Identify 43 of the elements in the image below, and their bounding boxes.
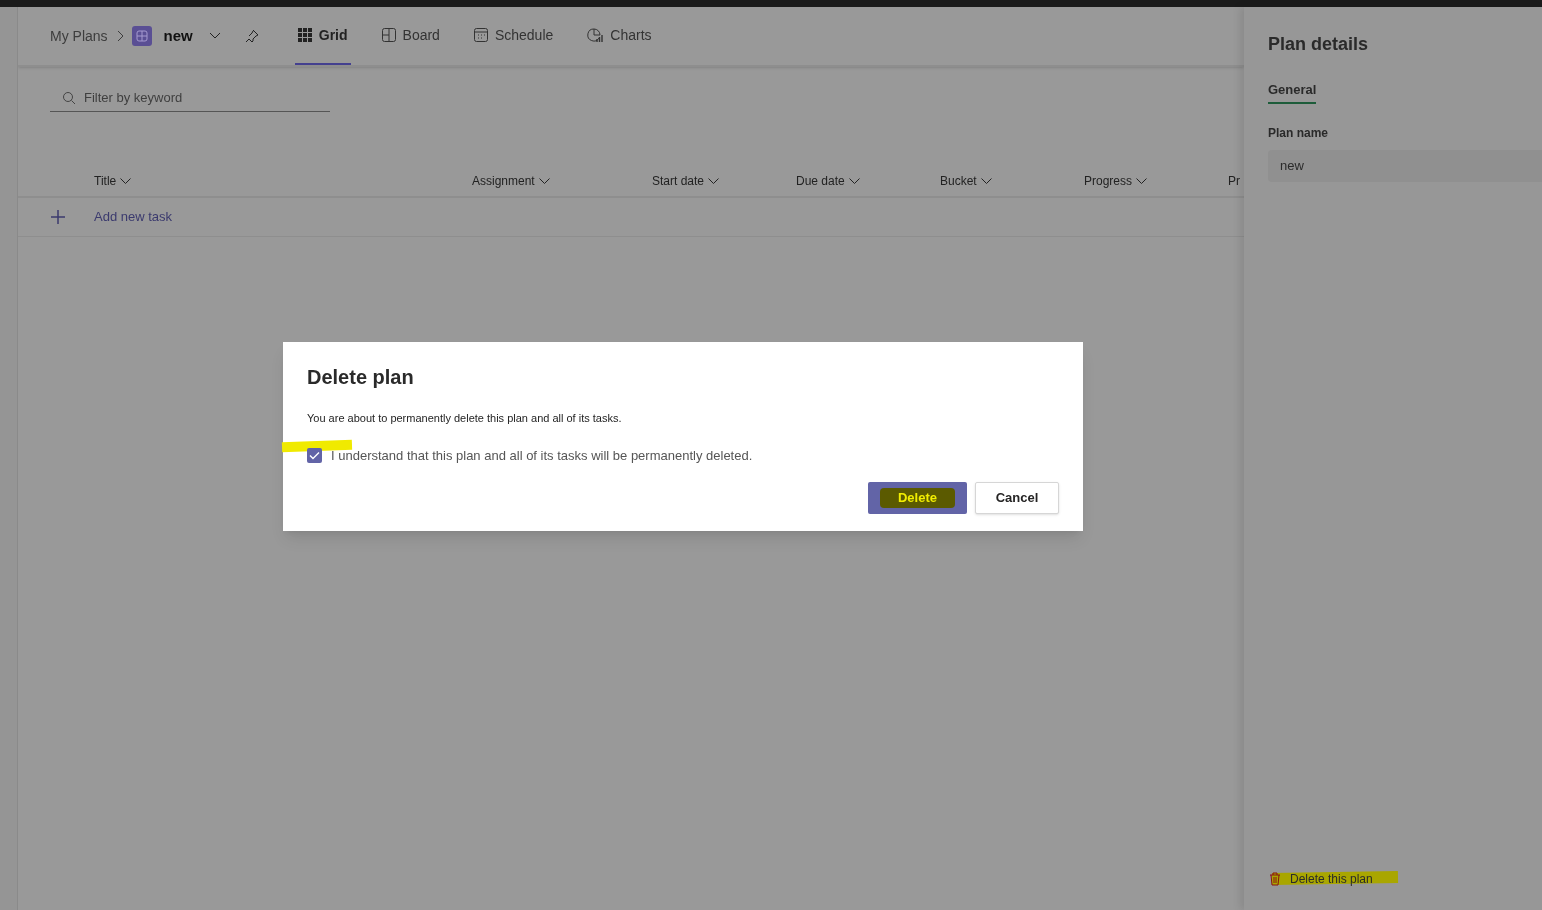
column-header[interactable]: Assignment xyxy=(472,172,535,190)
column-header[interactable]: Progress xyxy=(1084,172,1133,190)
filter-field[interactable]: Filter by keyword xyxy=(84,88,314,108)
view-tab[interactable]: Charts xyxy=(584,7,655,65)
trash-icon[interactable] xyxy=(1268,872,1282,886)
column-header[interactable]: Bucket xyxy=(940,172,977,190)
breadcrumb-link[interactable]: My Plans xyxy=(50,25,108,47)
view-tab[interactable]: Schedule xyxy=(470,7,557,65)
pin-icon[interactable] xyxy=(244,29,259,43)
chevron-down-icon[interactable] xyxy=(848,177,860,185)
board-icon xyxy=(381,28,396,42)
chart-icon xyxy=(587,27,604,43)
checkbox-label[interactable]: I understand that this plan and all of its tasks will be permanently deleted. xyxy=(331,445,753,465)
plan-icon xyxy=(131,26,152,46)
cancel-button[interactable]: Cancel xyxy=(975,482,1059,514)
view-tab[interactable]: Board xyxy=(378,7,443,65)
chevron-down-icon[interactable] xyxy=(708,177,720,185)
chevron-down-icon[interactable] xyxy=(538,177,550,185)
view-tab[interactable]: Grid xyxy=(294,7,351,65)
chevron-down-icon[interactable] xyxy=(208,32,221,40)
add-task-link[interactable]: Add new task xyxy=(94,207,173,227)
chevron-down-icon[interactable] xyxy=(980,177,992,185)
dialog-title: Delete plan xyxy=(307,365,415,390)
plus-icon[interactable] xyxy=(50,209,66,225)
grid-icon xyxy=(297,28,312,42)
field-label: Plan name xyxy=(1268,124,1330,142)
panel-title: Plan details xyxy=(1268,33,1370,56)
calendar-icon xyxy=(473,28,488,42)
search-icon xyxy=(62,91,76,105)
column-header[interactable]: Pr xyxy=(1228,172,1240,190)
chevron-down-icon[interactable] xyxy=(1136,177,1148,185)
dialog-message: You are about to permanently delete this plan and all of its tasks. xyxy=(307,411,623,426)
checkmark-icon xyxy=(309,450,320,460)
panel-tab[interactable]: General xyxy=(1268,80,1317,104)
chevron-right-icon xyxy=(115,30,124,42)
column-header[interactable]: Due date xyxy=(796,172,845,190)
plan-title[interactable]: new xyxy=(163,24,193,48)
plan-name-field[interactable]: new xyxy=(1268,149,1542,182)
column-header[interactable]: Start date xyxy=(652,172,705,190)
column-header[interactable]: Title xyxy=(94,172,117,190)
delete-plan-link[interactable]: Delete this plan xyxy=(1290,870,1373,888)
chevron-down-icon[interactable] xyxy=(120,177,132,185)
delete-button[interactable]: Delete xyxy=(868,482,967,514)
